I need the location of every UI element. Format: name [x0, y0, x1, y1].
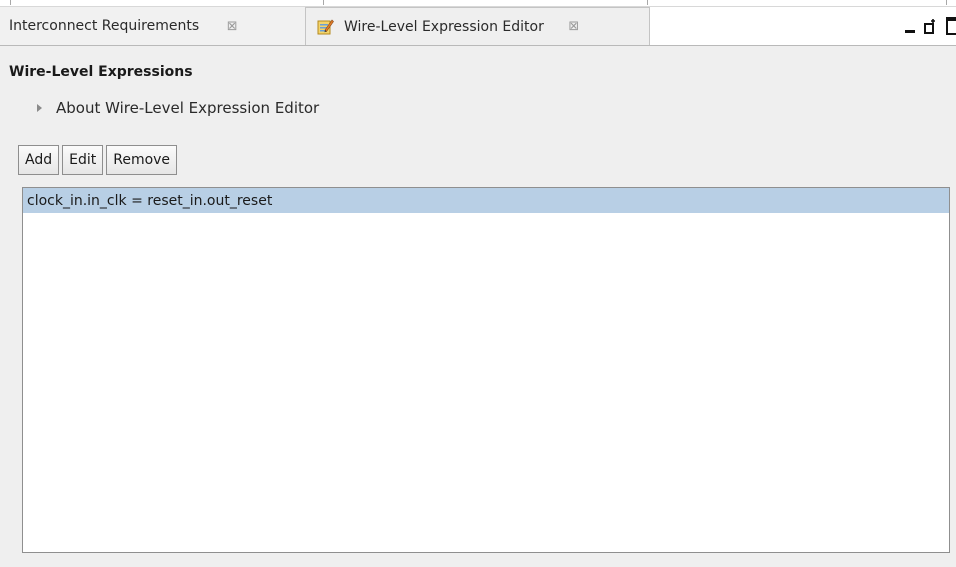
minimize-icon[interactable] [905, 29, 915, 33]
window-controls [905, 7, 956, 45]
tick [10, 0, 11, 5]
expand-arrow-icon[interactable] [37, 104, 42, 112]
tab-interconnect-requirements[interactable]: Interconnect Requirements ⊠ [0, 7, 306, 45]
tab-wire-level-expression-editor[interactable]: Wire-Level Expression Editor ⊠ [306, 7, 650, 45]
list-item[interactable]: clock_in.in_clk = reset_in.out_reset [23, 188, 949, 213]
expression-toolbar: Add Edit Remove [18, 145, 178, 175]
section-title: Wire-Level Expressions [9, 64, 193, 80]
edit-button[interactable]: Edit [62, 145, 104, 175]
maximize-icon[interactable] [946, 17, 956, 35]
wire-level-expression-editor-window: Interconnect Requirements ⊠ Wire-Level E… [0, 0, 956, 567]
tick [323, 0, 324, 5]
expression-list[interactable]: clock_in.in_clk = reset_in.out_reset [22, 187, 950, 553]
close-icon[interactable]: ⊠ [567, 19, 581, 34]
expression-text: clock_in.in_clk = reset_in.out_reset [27, 192, 273, 209]
restore-icon[interactable] [924, 18, 938, 34]
tick [647, 0, 648, 5]
tab-label: Wire-Level Expression Editor [344, 18, 544, 35]
tab-bar: Interconnect Requirements ⊠ Wire-Level E… [0, 7, 956, 46]
about-label[interactable]: About Wire-Level Expression Editor [56, 99, 319, 117]
add-button[interactable]: Add [18, 145, 60, 175]
about-expander[interactable]: About Wire-Level Expression Editor [37, 99, 319, 117]
top-strip [0, 0, 956, 7]
close-icon[interactable]: ⊠ [225, 19, 239, 34]
tab-label: Interconnect Requirements [9, 18, 200, 34]
remove-button[interactable]: Remove [106, 145, 178, 175]
tick [946, 0, 947, 5]
editor-icon [317, 19, 334, 34]
